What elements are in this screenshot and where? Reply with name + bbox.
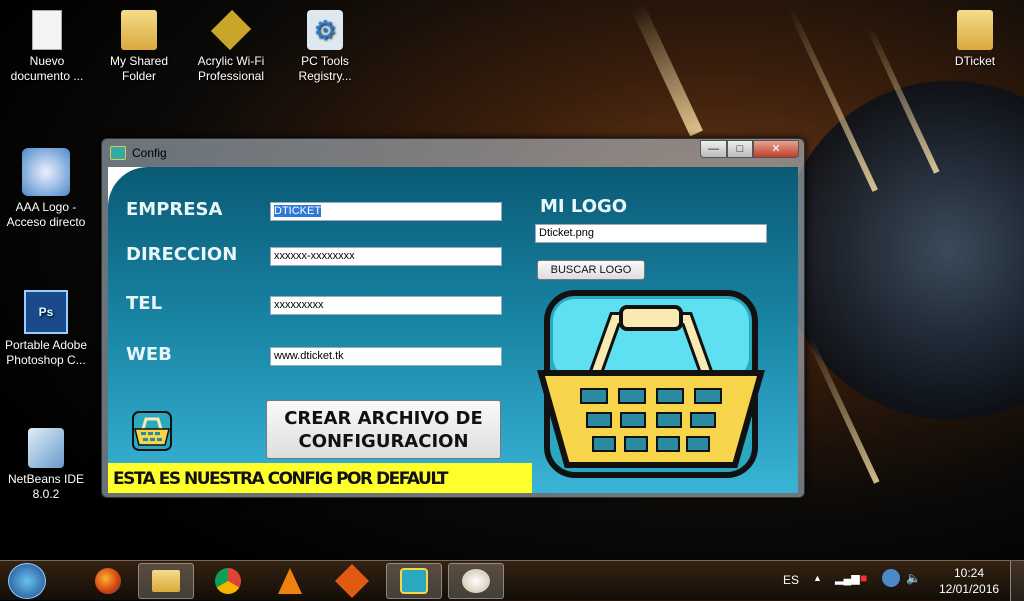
taskbar-paint[interactable]	[448, 563, 504, 599]
tel-input[interactable]: xxxxxxxxx	[270, 296, 502, 315]
folder-icon	[957, 10, 993, 50]
aaa-logo-icon	[22, 148, 70, 196]
web-input[interactable]: www.dticket.tk	[270, 347, 502, 366]
empresa-label: EMPRESA	[126, 199, 223, 220]
app-tray-icon[interactable]	[882, 569, 900, 587]
desktop-icon-my-shared-folder[interactable]: My Shared Folder	[94, 4, 184, 84]
window-titlebar[interactable]: Config — □ ✕	[102, 139, 804, 167]
volume-icon[interactable]: 🔈	[906, 571, 921, 585]
acrylic-wifi-icon	[210, 9, 252, 51]
desktop-icon-dticket[interactable]: DTicket	[930, 4, 1020, 69]
firefox-icon	[95, 568, 121, 594]
photoshop-icon: Ps	[24, 290, 68, 334]
taskbar: ES ▲ ▂▄▆ ■ 🔈 10:24 12/01/2016	[0, 560, 1024, 601]
desktop-icon-acrylic-wifi[interactable]: Acrylic Wi-Fi Professional	[186, 4, 276, 84]
taskbar-chrome[interactable]	[200, 563, 256, 599]
vlc-icon	[278, 568, 302, 594]
wallpaper-streak	[631, 3, 703, 137]
desktop-icon-photoshop[interactable]: Ps Portable Adobe Photoshop C...	[1, 284, 91, 368]
netbeans-icon	[28, 428, 64, 468]
maximize-button[interactable]: □	[727, 140, 753, 158]
flame-app-icon	[335, 564, 369, 598]
taskbar-app[interactable]	[324, 563, 380, 599]
default-config-banner: ESTA ES NUESTRA CONFIG POR DEFAULT	[108, 463, 532, 493]
start-button[interactable]	[8, 563, 46, 599]
logo-file-input[interactable]: Dticket.png	[535, 224, 767, 243]
clock-time[interactable]: 10:24	[954, 566, 984, 580]
text-document-icon	[32, 10, 62, 50]
buscar-logo-button[interactable]: BUSCAR LOGO	[537, 260, 645, 280]
window-title: Config	[132, 146, 167, 160]
minimize-button[interactable]: —	[700, 140, 727, 158]
basket-logo-icon	[537, 290, 765, 478]
show-desktop-button[interactable]	[1010, 561, 1024, 601]
desktop-icon-netbeans[interactable]: NetBeans IDE 8.0.2	[1, 422, 91, 502]
desktop-icon-aaa-logo[interactable]: AAA Logo - Acceso directo	[1, 142, 91, 230]
small-basket-icon	[132, 411, 172, 451]
chrome-icon	[215, 568, 241, 594]
network-signal-icon[interactable]: ▂▄▆	[835, 572, 860, 585]
mi-logo-label: MI LOGO	[540, 196, 628, 217]
taskbar-firefox[interactable]	[80, 563, 136, 599]
clock-date[interactable]: 12/01/2016	[939, 582, 999, 596]
taskbar-config[interactable]	[386, 563, 442, 599]
folder-icon	[121, 10, 157, 50]
tel-label: TEL	[126, 293, 163, 314]
taskbar-explorer[interactable]	[138, 563, 194, 599]
config-form: EMPRESA DTICKET DIRECCION xxxxxx-xxxxxxx…	[108, 167, 798, 493]
direccion-input[interactable]: xxxxxx-xxxxxxxx	[270, 247, 502, 266]
show-hidden-icons-button[interactable]: ▲	[813, 573, 822, 583]
pc-tools-icon: ⚙	[307, 10, 343, 50]
config-window: Config — □ ✕ EMPRESA DTICKET DIRECCION x…	[101, 138, 805, 498]
direccion-label: DIRECCION	[126, 244, 238, 265]
taskbar-vlc[interactable]	[262, 563, 318, 599]
desktop-icon-nuevo-documento[interactable]: Nuevo documento ...	[2, 4, 92, 84]
empresa-input[interactable]: DTICKET	[270, 202, 502, 221]
basket-icon	[110, 146, 126, 160]
desktop-icon-pc-tools[interactable]: ⚙ PC Tools Registry...	[280, 4, 370, 84]
language-indicator[interactable]: ES	[783, 573, 799, 587]
wallpaper-planet	[780, 80, 1024, 420]
close-button[interactable]: ✕	[753, 140, 799, 158]
web-label: WEB	[126, 344, 172, 365]
basket-icon	[400, 568, 428, 594]
paint-icon	[462, 569, 490, 593]
folder-icon	[152, 570, 180, 592]
power-icon[interactable]: ■	[860, 571, 867, 585]
crear-archivo-button[interactable]: CREAR ARCHIVO DE CONFIGURACION	[266, 400, 501, 459]
